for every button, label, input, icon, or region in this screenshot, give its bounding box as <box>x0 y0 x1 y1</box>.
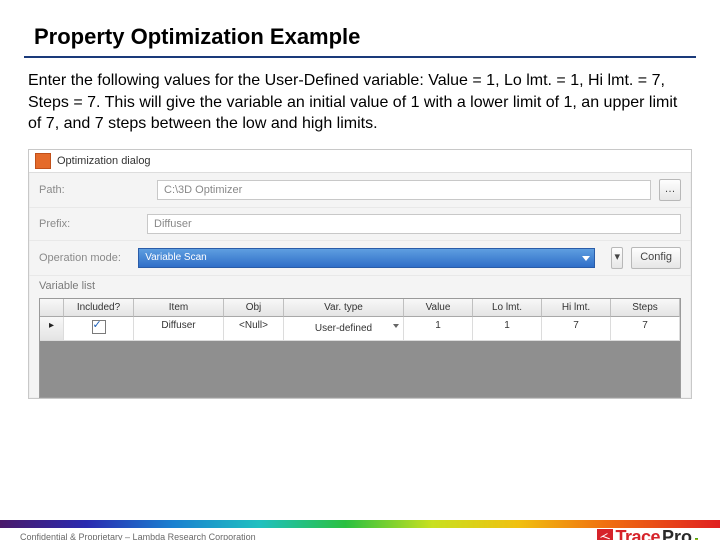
variable-list-label: Variable list <box>29 276 691 292</box>
variable-grid: Included? Item Obj Var. type Value Lo lm… <box>39 298 681 398</box>
operation-mode-label: Operation mode: <box>39 252 130 264</box>
dropdown-arrow-icon[interactable]: ▾ <box>611 247 623 269</box>
app-icon <box>35 153 51 169</box>
col-item: Item <box>134 299 224 317</box>
optimization-dialog: Optimization dialog Path: C:\3D Optimize… <box>28 149 692 399</box>
operation-mode-dropdown[interactable]: Variable Scan <box>138 248 595 268</box>
path-input[interactable]: C:\3D Optimizer <box>157 180 651 200</box>
dialog-title-text: Optimization dialog <box>57 155 151 167</box>
instruction-paragraph: Enter the following values for the User-… <box>28 70 692 135</box>
browse-button[interactable]: … <box>659 179 681 201</box>
slide-footer: Confidential & Proprietary – Lambda Rese… <box>0 520 720 540</box>
cell-obj[interactable]: <Null> <box>224 317 284 341</box>
row-marker: ▸ <box>40 317 64 341</box>
grid-header-row: Included? Item Obj Var. type Value Lo lm… <box>40 299 680 317</box>
cell-included[interactable] <box>64 317 134 341</box>
config-button[interactable]: Config <box>631 247 681 269</box>
operation-mode-value: Variable Scan <box>145 252 207 263</box>
col-obj: Obj <box>224 299 284 317</box>
col-var-type: Var. type <box>284 299 404 317</box>
col-included: Included? <box>64 299 134 317</box>
prefix-input[interactable]: Diffuser <box>147 214 681 234</box>
cell-var-type-value: User-defined <box>315 323 372 334</box>
table-row[interactable]: ▸ Diffuser <Null> User-defined 1 1 7 7 <box>40 317 680 341</box>
title-underline <box>24 56 696 58</box>
cell-lo-lmt[interactable]: 1 <box>473 317 542 341</box>
col-rowheader <box>40 299 64 317</box>
prefix-value: Diffuser <box>154 218 192 230</box>
col-lo-lmt: Lo lmt. <box>473 299 542 317</box>
col-steps: Steps <box>611 299 680 317</box>
page-title: Property Optimization Example <box>34 24 720 50</box>
cell-hi-lmt[interactable]: 7 <box>542 317 611 341</box>
cell-value[interactable]: 1 <box>404 317 473 341</box>
cell-steps[interactable]: 7 <box>611 317 680 341</box>
path-label: Path: <box>39 184 149 196</box>
cell-item[interactable]: Diffuser <box>134 317 224 341</box>
cell-var-type-dropdown[interactable]: User-defined <box>284 317 404 341</box>
path-value: C:\3D Optimizer <box>164 184 242 196</box>
included-checkbox[interactable] <box>92 320 106 334</box>
col-hi-lmt: Hi lmt. <box>542 299 611 317</box>
col-value: Value <box>404 299 473 317</box>
confidential-text: Confidential & Proprietary – Lambda Rese… <box>20 532 256 540</box>
prefix-label: Prefix: <box>39 218 139 230</box>
dialog-titlebar: Optimization dialog <box>29 150 691 173</box>
grid-empty-area <box>40 341 680 397</box>
rainbow-strip <box>0 520 720 528</box>
